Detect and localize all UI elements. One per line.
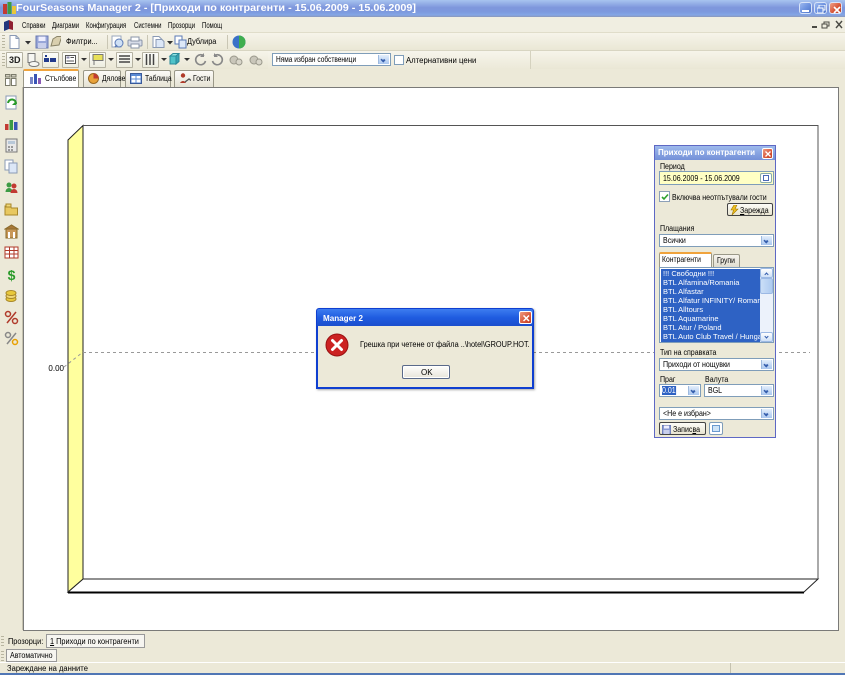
svg-text:$: $ <box>8 267 16 282</box>
svg-text:0.00: 0.00 <box>48 364 64 373</box>
